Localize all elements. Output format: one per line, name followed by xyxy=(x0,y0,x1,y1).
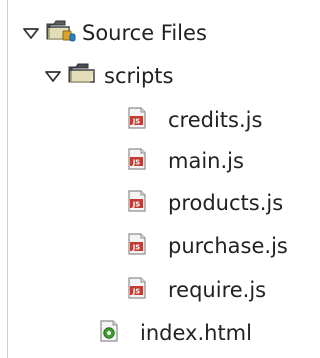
svg-text:JS: JS xyxy=(132,159,141,167)
triangle-down-icon[interactable] xyxy=(22,24,40,42)
svg-text:JS: JS xyxy=(132,244,141,252)
svg-text:JS: JS xyxy=(132,118,141,126)
tree-node-label: index.html xyxy=(140,320,252,345)
tree-node-label: purchase.js xyxy=(168,233,288,258)
tree-node-products-js[interactable]: JS products.js xyxy=(125,183,283,223)
javascript-file-icon: JS xyxy=(125,147,162,175)
tree-node-label: products.js xyxy=(168,190,284,215)
triangle-down-icon[interactable] xyxy=(44,67,62,85)
tree-node-label: main.js xyxy=(168,148,244,173)
tree-node-scripts[interactable]: scripts xyxy=(44,56,173,96)
svg-text:JS: JS xyxy=(132,201,141,209)
source-folder-icon xyxy=(46,19,76,47)
javascript-file-icon: JS xyxy=(125,189,162,217)
tree-node-purchase-js[interactable]: JS purchase.js xyxy=(125,226,288,266)
folder-icon xyxy=(68,62,98,90)
html-file-icon xyxy=(97,319,134,347)
tree-node-credits-js[interactable]: JS credits.js xyxy=(125,100,262,140)
tree-node-label: Source Files xyxy=(82,20,207,45)
source-files-tree: Source Files scripts JS credits.js JS ma… xyxy=(0,0,314,358)
javascript-file-icon: JS xyxy=(125,232,162,260)
tree-node-source-files[interactable]: Source Files xyxy=(22,13,207,53)
tree-node-label: scripts xyxy=(104,63,174,88)
tree-node-label: credits.js xyxy=(168,107,263,132)
javascript-file-icon: JS xyxy=(125,106,162,134)
tree-node-label: require.js xyxy=(168,277,267,302)
svg-text:JS: JS xyxy=(132,288,141,296)
tree-node-main-js[interactable]: JS main.js xyxy=(125,141,244,181)
javascript-file-icon: JS xyxy=(125,276,162,304)
tree-node-index-html[interactable]: index.html xyxy=(97,313,252,353)
tree-node-require-js[interactable]: JS require.js xyxy=(125,270,266,310)
